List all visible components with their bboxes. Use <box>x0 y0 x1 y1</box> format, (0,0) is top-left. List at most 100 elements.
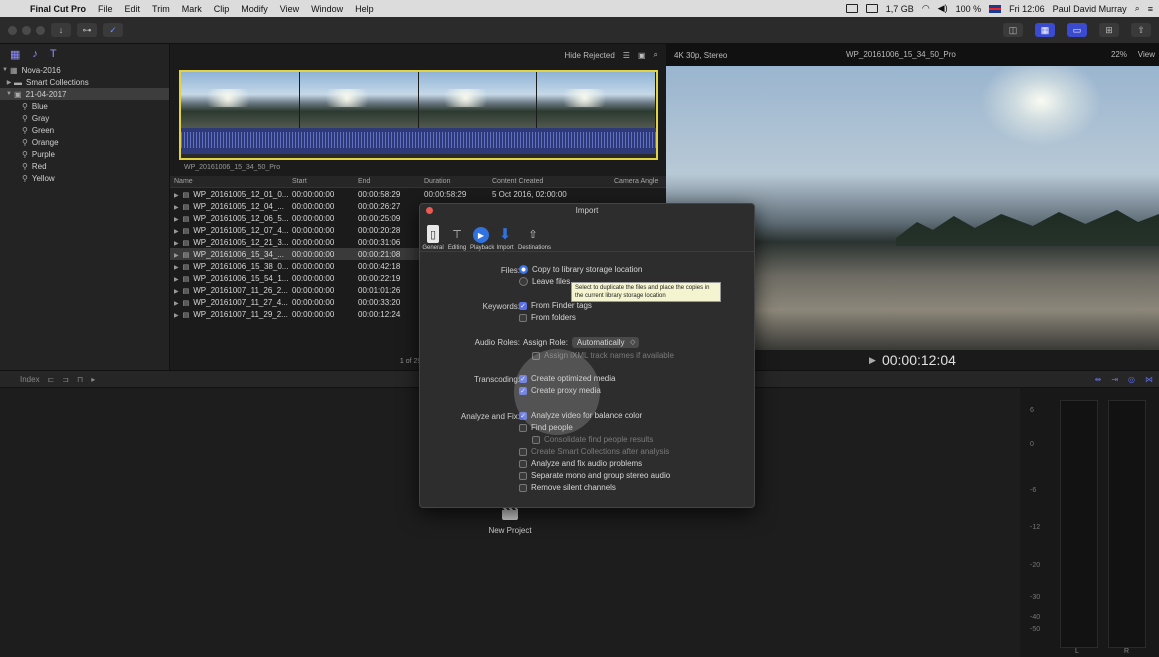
tab-playback[interactable]: ▶ Playback <box>470 227 495 251</box>
minimize-window-button[interactable] <box>22 25 31 35</box>
from-finder-tags-checkbox[interactable]: ✓ From Finder tags <box>519 301 592 310</box>
clip-start: 00:00:00:00 <box>292 249 335 259</box>
keyword-yellow[interactable]: ⚲ Yellow <box>0 172 169 184</box>
display-icon[interactable] <box>865 4 878 13</box>
viewer-view-menu[interactable]: View <box>1138 50 1155 59</box>
consolidate-people-checkbox[interactable]: Consolidate find people results <box>532 435 653 444</box>
menu-mark[interactable]: Mark <box>176 4 208 14</box>
browser-toggle-button[interactable]: ▦ <box>1035 23 1055 37</box>
photos-audio-icon[interactable]: ♪ <box>32 48 38 60</box>
library-label: Nova-2016 <box>21 65 61 75</box>
key-icon: ⚲ <box>22 161 28 171</box>
keyword-red[interactable]: ⚲ Red <box>0 160 169 172</box>
clip-duration: 00:00:58:29 <box>424 189 467 199</box>
tool-select-icon[interactable]: ▸ <box>91 375 95 384</box>
menu-file[interactable]: File <box>92 4 119 14</box>
libraries-icon[interactable]: ▦ <box>10 48 20 61</box>
clip-start: 00:00:00:00 <box>292 261 335 271</box>
user-name[interactable]: Paul David Murray <box>1053 4 1127 14</box>
viewer-header: 4K 30p, Stereo WP_20161006_15_34_50_Pro … <box>666 44 1159 66</box>
wifi-icon[interactable]: ◠ <box>922 3 930 14</box>
battery-percent[interactable]: 100 % <box>956 4 982 14</box>
close-window-button[interactable] <box>8 25 17 35</box>
notification-icon[interactable]: ≡ <box>1148 4 1153 14</box>
tab-label: Editing <box>447 245 467 251</box>
insert-clip-icon[interactable]: ⊐ <box>62 375 69 384</box>
tab-editing[interactable]: ⊤ Editing <box>446 225 468 252</box>
menu-window[interactable]: Window <box>305 4 349 14</box>
clip-end: 00:00:25:09 <box>358 213 401 223</box>
viewer-zoom[interactable]: 22% <box>1111 50 1127 59</box>
skimming-icon[interactable]: ⇹ <box>1095 375 1102 384</box>
audio-problems-checkbox[interactable]: Analyze and fix audio problems <box>519 459 642 468</box>
smart-collections-checkbox[interactable]: Create Smart Collections after analysis <box>519 447 669 456</box>
col-camera-angle[interactable]: Camera Angle <box>614 178 666 185</box>
menu-edit[interactable]: Edit <box>119 4 147 14</box>
viewer-clip-title: WP_20161006_15_34_50_Pro <box>846 50 956 59</box>
menu-app[interactable]: Final Cut Pro <box>24 4 92 14</box>
copy-to-library-radio[interactable]: Copy to library storage location <box>519 265 642 274</box>
snapping-icon[interactable]: ⋈ <box>1145 375 1153 384</box>
event-row[interactable]: ▼ ▣ 21-04-2017 <box>0 88 169 100</box>
tab-destinations[interactable]: ⇧ Destinations <box>518 225 551 252</box>
col-end[interactable]: End <box>358 178 424 185</box>
play-icon[interactable]: ▶ <box>869 355 876 366</box>
keyword-icon[interactable]: ⊶ <box>77 23 97 37</box>
keyword-purple[interactable]: ⚲ Purple <box>0 148 169 160</box>
tab-label: General <box>422 245 444 251</box>
tab-import[interactable]: ⬇ Import <box>494 225 516 251</box>
keyword-gray[interactable]: ⚲ Gray <box>0 112 169 124</box>
clip-name: WP_20161005_12_07_4... <box>193 225 289 235</box>
hide-rejected-filter[interactable]: Hide Rejected <box>565 51 615 60</box>
assign-role-select[interactable]: Automatically <box>571 337 639 348</box>
col-name[interactable]: Name <box>170 178 292 185</box>
memory-readout[interactable]: 1,7 GB <box>886 4 914 14</box>
new-project-button[interactable]: New Project <box>470 506 550 535</box>
col-start[interactable]: Start <box>292 178 358 185</box>
menu-view[interactable]: View <box>274 4 305 14</box>
menubar: Final Cut Pro File Edit Trim Mark Clip M… <box>0 0 1159 17</box>
clip-start: 00:00:00:00 <box>292 201 335 211</box>
titles-generators-icon[interactable]: T <box>50 48 57 60</box>
smart-collections-row[interactable]: ▶ ▬ Smart Collections <box>0 76 169 88</box>
table-row[interactable]: ▶ ▤ WP_20161005_12_01_0... 00:00:00:00 00:00… <box>170 188 666 200</box>
tab-label: Playback <box>470 245 495 251</box>
selected-clip-filmstrip[interactable] <box>179 70 658 160</box>
enhancements-icon[interactable]: ◫ <box>1003 23 1023 37</box>
tab-general[interactable]: ▯ General <box>422 225 444 251</box>
inspector-toggle-button[interactable]: ⊞ <box>1099 23 1119 37</box>
search-icon[interactable]: ⌕ <box>654 50 658 60</box>
separate-mono-checkbox[interactable]: Separate mono and group stereo audio <box>519 471 670 480</box>
close-dialog-button[interactable] <box>426 207 433 214</box>
clip-appearance-icon[interactable]: ☰ <box>623 51 630 60</box>
timeline-toggle-button[interactable]: ▭ <box>1067 23 1087 37</box>
share-icon[interactable]: ⇧ <box>1131 23 1151 37</box>
library-row[interactable]: ▼ ▦ Nova-2016 <box>0 64 169 76</box>
from-folders-checkbox[interactable]: From folders <box>519 313 576 322</box>
spotlight-icon[interactable]: ⌕ <box>1135 3 1140 14</box>
menu-clip[interactable]: Clip <box>208 4 236 14</box>
background-tasks-icon[interactable]: ✓ <box>103 23 123 37</box>
input-flag-icon[interactable] <box>989 4 1002 13</box>
menu-modify[interactable]: Modify <box>235 4 274 14</box>
leave-files-radio[interactable]: Leave files <box>519 277 570 286</box>
menu-help[interactable]: Help <box>349 4 380 14</box>
import-down-icon[interactable]: ↓ <box>51 23 71 37</box>
volume-icon[interactable]: ◀︎) <box>938 3 948 14</box>
col-duration[interactable]: Duration <box>424 178 492 185</box>
filmstrip-view-icon[interactable]: ▣ <box>638 51 646 60</box>
keyword-blue[interactable]: ⚲ Blue <box>0 100 169 112</box>
index-button[interactable]: Index <box>20 375 40 384</box>
col-content-created[interactable]: Content Created <box>492 178 614 185</box>
clock[interactable]: Fri 12:06 <box>1009 4 1045 14</box>
zoom-window-button[interactable] <box>36 25 45 35</box>
solo-icon[interactable]: ◎ <box>1128 375 1135 384</box>
airplay-icon[interactable] <box>845 4 858 13</box>
menu-trim[interactable]: Trim <box>146 4 176 14</box>
append-clip-icon[interactable]: ⊏ <box>48 375 55 384</box>
keyword-orange[interactable]: ⚲ Orange <box>0 136 169 148</box>
audio-skimming-icon[interactable]: ⇥ <box>1111 375 1118 384</box>
overwrite-clip-icon[interactable]: ⊓ <box>77 375 83 384</box>
remove-silent-checkbox[interactable]: Remove silent channels <box>519 483 616 492</box>
keyword-green[interactable]: ⚲ Green <box>0 124 169 136</box>
